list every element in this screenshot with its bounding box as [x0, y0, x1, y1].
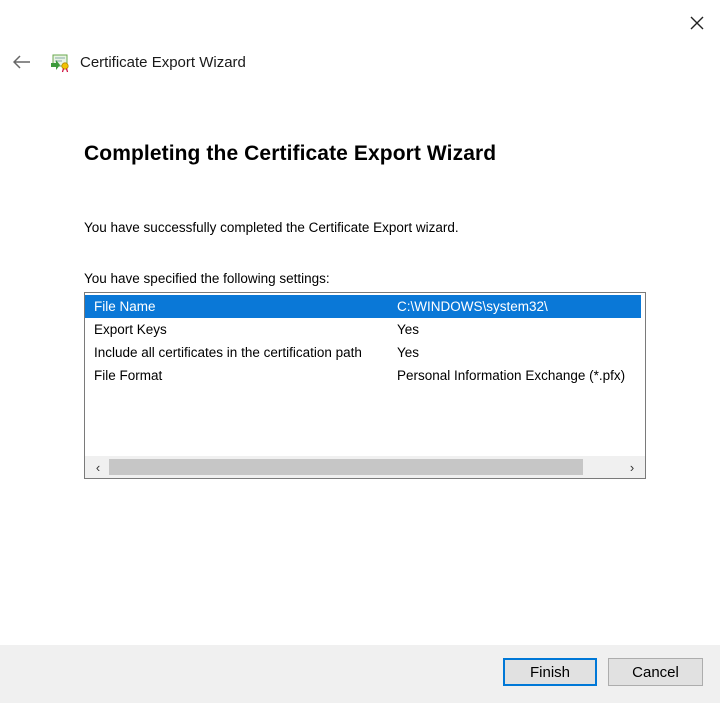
setting-key: Export Keys — [94, 322, 167, 337]
settings-row-include-certificates[interactable]: Include all certificates in the certific… — [85, 341, 645, 364]
finish-button[interactable]: Finish — [503, 658, 597, 686]
close-button[interactable] — [684, 10, 710, 36]
scrollbar-thumb[interactable] — [109, 459, 583, 475]
wizard-title: Certificate Export Wizard — [80, 53, 246, 71]
horizontal-scrollbar[interactable]: ‹ › — [85, 456, 645, 478]
setting-value: Yes — [397, 345, 420, 360]
settings-row-export-keys[interactable]: Export Keys Yes — [85, 318, 645, 341]
cancel-button[interactable]: Cancel — [608, 658, 703, 686]
scroll-left-button[interactable]: ‹ — [87, 456, 109, 478]
settings-label: You have specified the following setting… — [84, 271, 330, 286]
setting-value: Yes — [397, 322, 420, 337]
chevron-left-icon: ‹ — [95, 459, 101, 475]
settings-row-file-format[interactable]: File Format Personal Information Exchang… — [85, 364, 645, 387]
setting-value: C:\WINDOWS\system32\ — [397, 299, 548, 314]
settings-row-file-name[interactable]: File Name C:\WINDOWS\system32\ — [85, 295, 641, 318]
setting-key: Include all certificates in the certific… — [94, 345, 362, 360]
completion-message: You have successfully completed the Cert… — [84, 220, 459, 235]
back-arrow-icon — [13, 55, 30, 69]
wizard-title-bar: Certificate Export Wizard — [50, 50, 246, 74]
chevron-right-icon: › — [629, 459, 635, 475]
setting-key: File Format — [94, 368, 163, 383]
scroll-right-button[interactable]: › — [621, 456, 643, 478]
setting-key: File Name — [94, 299, 156, 314]
certificate-icon — [51, 54, 69, 73]
setting-value: Personal Information Exchange (*.pfx) — [397, 368, 626, 383]
close-icon — [690, 16, 704, 30]
settings-list[interactable]: File Name C:\WINDOWS\system32\ Export Ke… — [84, 292, 646, 479]
back-button[interactable] — [10, 50, 34, 74]
page-heading: Completing the Certificate Export Wizard — [84, 142, 497, 165]
